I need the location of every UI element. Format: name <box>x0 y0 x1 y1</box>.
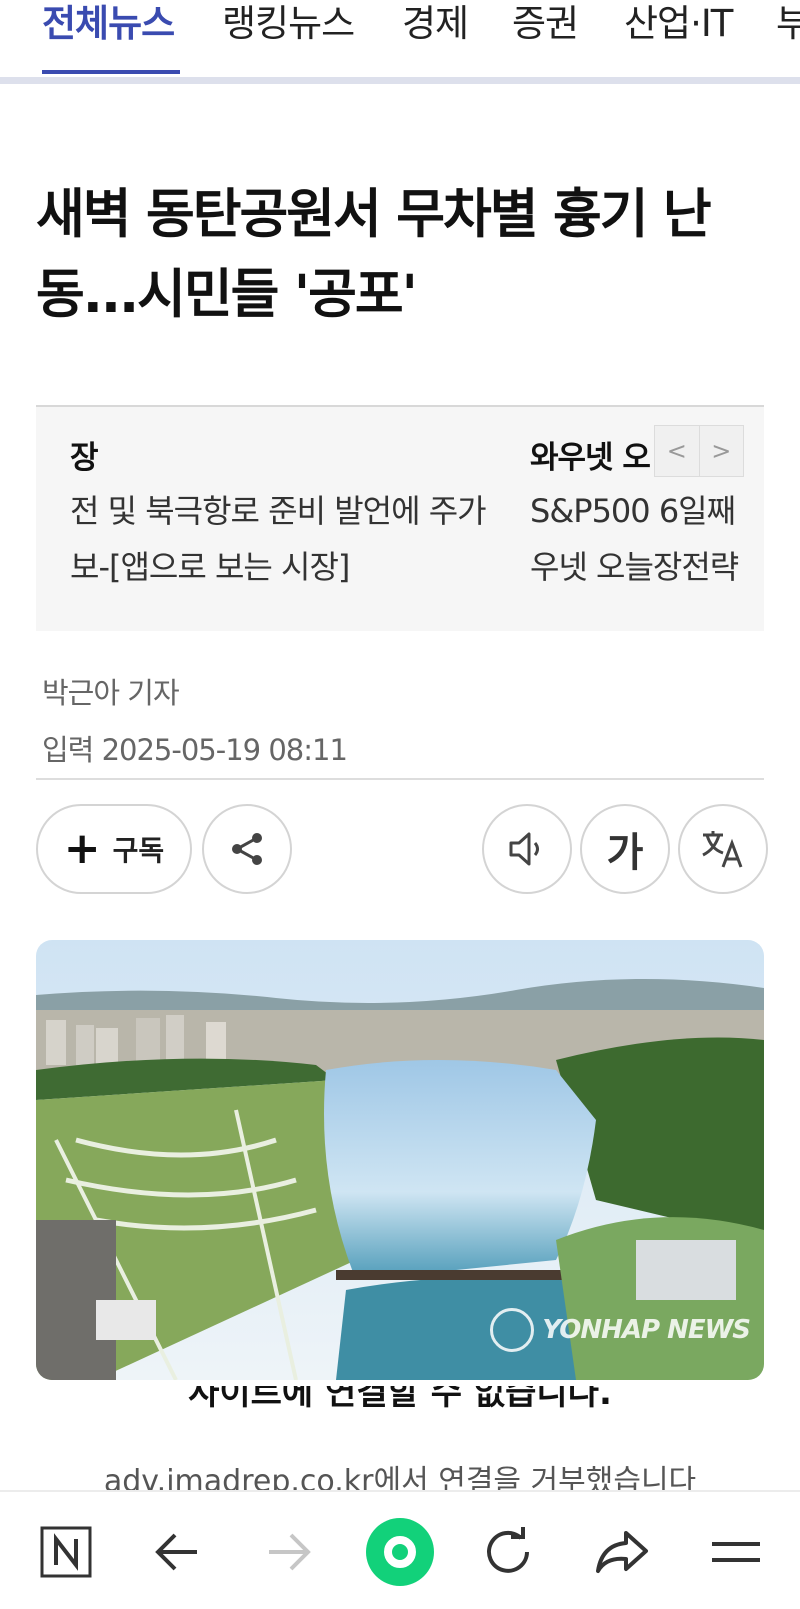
divider <box>36 778 764 780</box>
article-photo[interactable]: YONHAP NEWS <box>36 940 764 1380</box>
share-button[interactable] <box>202 804 292 894</box>
ticker-item-line: 보-[앱으로 보는 시장] <box>70 548 350 586</box>
arrow-right-icon <box>269 1533 311 1571</box>
tts-button[interactable] <box>482 804 572 894</box>
share-page-button[interactable] <box>590 1520 654 1584</box>
yonhap-logo-icon <box>490 1308 535 1352</box>
ticker-item-line: 전 및 북극항로 준비 발언에 주가 <box>70 492 487 530</box>
menu-button[interactable] <box>704 1520 768 1584</box>
naver-home-button[interactable] <box>34 1520 98 1584</box>
category-nav: 전체뉴스 랭킹뉴스 경제 증권 산업·IT 부 <box>0 0 800 84</box>
tab-industry-it[interactable]: 산업·IT <box>624 0 733 60</box>
arrow-left-icon <box>155 1533 197 1571</box>
font-size-button[interactable]: 가 <box>580 804 670 894</box>
translate-icon <box>702 831 743 868</box>
subscribe-button[interactable]: + 구독 <box>36 804 192 894</box>
speaker-icon <box>509 832 539 866</box>
share-icon <box>232 833 262 865</box>
ticker-item[interactable]: 장 전 및 북극항로 준비 발언에 주가 보-[앱으로 보는 시장] <box>70 433 530 595</box>
plus-icon: + <box>63 823 101 874</box>
translate-button[interactable] <box>678 804 768 894</box>
tab-economy[interactable]: 경제 <box>402 0 469 60</box>
green-action-button[interactable] <box>362 1518 438 1586</box>
active-tab-indicator <box>42 70 180 74</box>
font-size-label: 가 <box>606 830 644 876</box>
publish-date: 입력 2025-05-19 08:11 <box>42 733 348 767</box>
ticker-next-button[interactable]: > <box>698 426 744 476</box>
related-news-ticker: 장 전 및 북극항로 준비 발언에 주가 보-[앱으로 보는 시장] 와우넷 오… <box>36 405 764 631</box>
error-message-cut: 사이트에 연결할 수 없습니다. <box>188 1386 612 1408</box>
refresh-button[interactable] <box>476 1520 540 1584</box>
tab-all-news[interactable]: 전체뉴스 <box>42 0 175 60</box>
naver-n-icon <box>40 1526 92 1578</box>
browser-bottom-bar <box>0 1490 800 1609</box>
reporter-name[interactable]: 박근아 기자 <box>42 670 180 712</box>
forward-button[interactable] <box>256 1520 320 1584</box>
ticker-item-title: 장 <box>70 440 99 476</box>
tab-ranking-news[interactable]: 랭킹뉴스 <box>222 0 355 60</box>
subscribe-label: 구독 <box>112 834 165 867</box>
back-button[interactable] <box>146 1520 210 1584</box>
ticker-item-line: S&P500 6일째 <box>530 492 736 530</box>
photo-watermark: YONHAP NEWS <box>490 1308 751 1352</box>
error-detail-cut: adv.imadrep.co.kr에서 연결을 거부했습니다 <box>103 1464 697 1492</box>
green-circle-icon <box>366 1518 434 1586</box>
ticker-item-line: 우넷 오늘장전략 <box>530 548 739 586</box>
menu-icon <box>712 1542 760 1562</box>
watermark-text: YONHAP NEWS <box>542 1315 751 1345</box>
tab-stocks[interactable]: 증권 <box>512 0 579 60</box>
ticker-arrows: < > <box>654 425 744 477</box>
headline-line-1: 새벽 동탄공원서 무차별 흉기 난 <box>36 184 712 245</box>
ticker-prev-button[interactable]: < <box>655 426 699 476</box>
tab-real-estate[interactable]: 부 <box>776 0 800 60</box>
share-arrow-icon <box>596 1531 648 1573</box>
headline-line-2: 동...시민들 '공포' <box>36 264 418 325</box>
refresh-icon <box>487 1527 529 1573</box>
article-headline: 새벽 동탄공원서 무차별 흉기 난 동...시민들 '공포' <box>36 175 776 335</box>
